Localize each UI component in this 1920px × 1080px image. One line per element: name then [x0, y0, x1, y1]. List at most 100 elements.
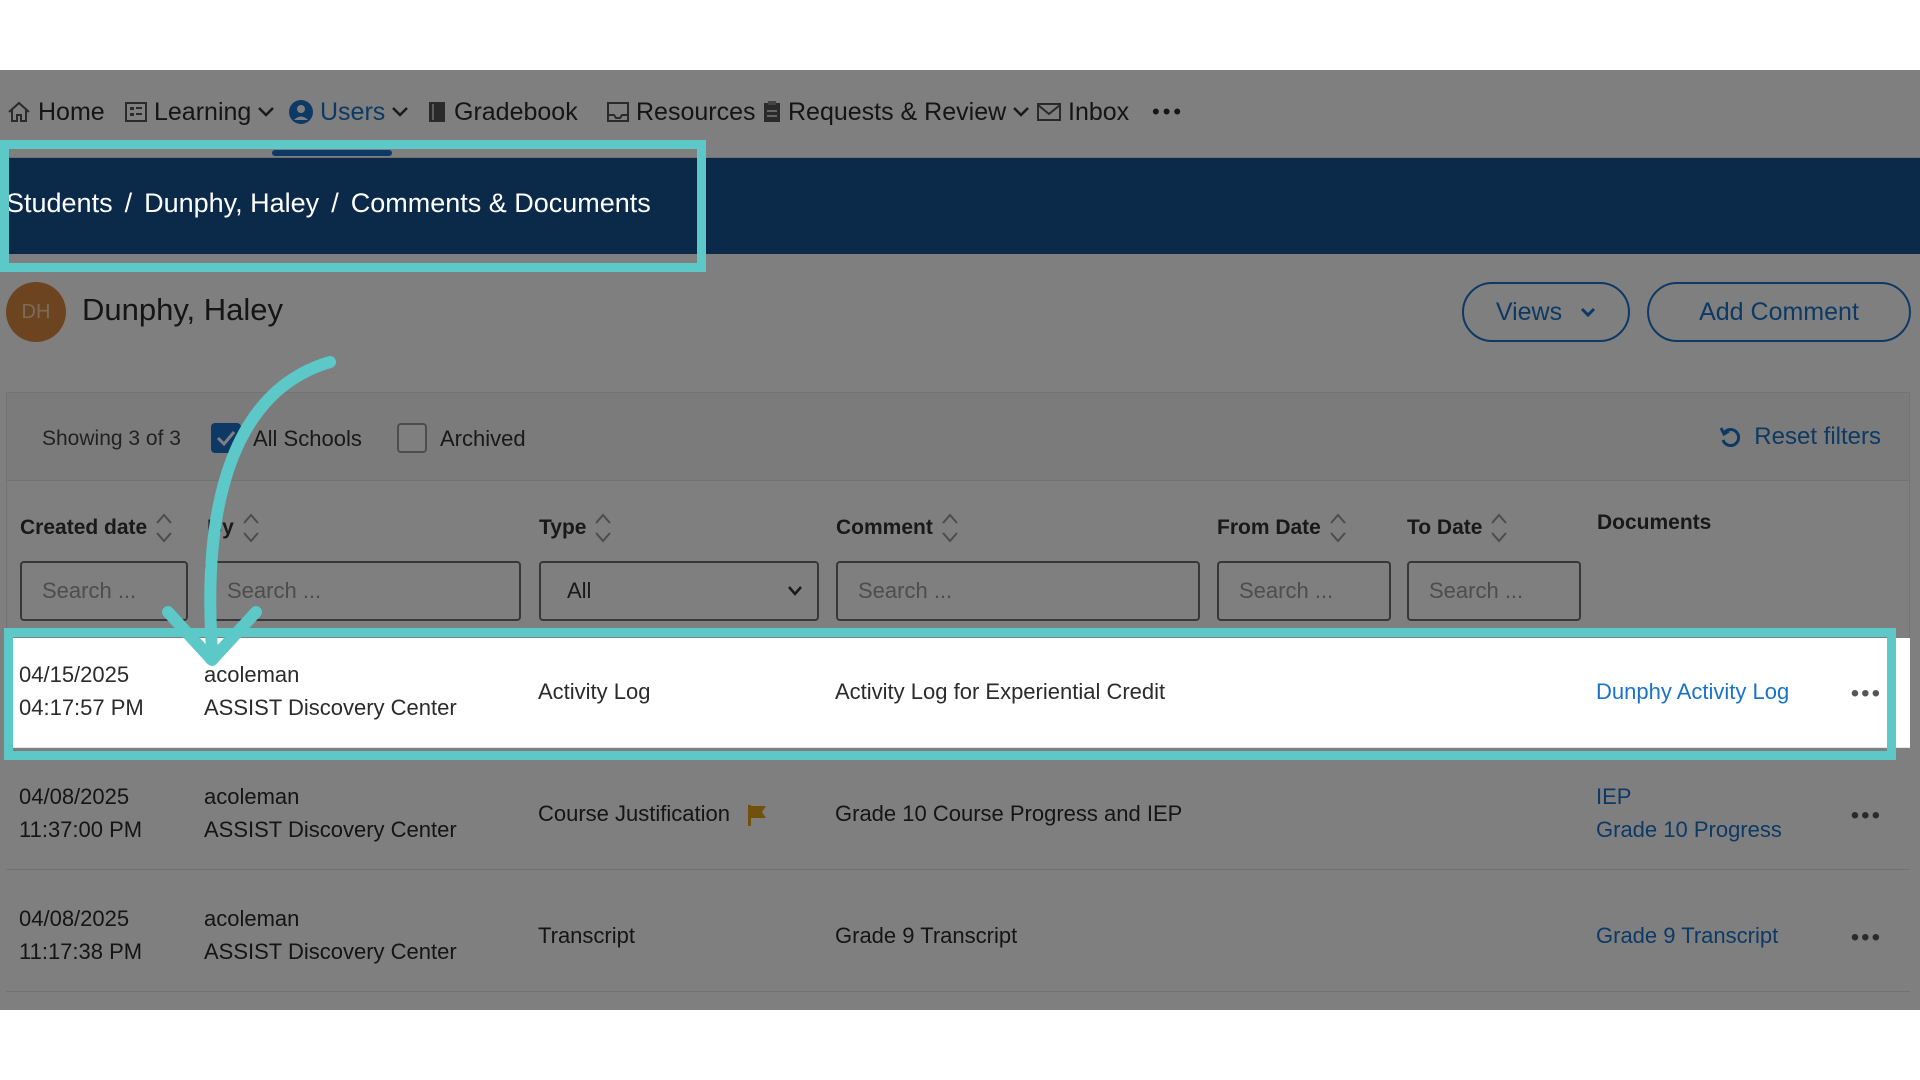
- nav-users-label: Users: [320, 97, 386, 126]
- sort-icon: [1330, 513, 1346, 543]
- nav-resources[interactable]: Resources: [606, 92, 756, 132]
- all-schools-checkbox[interactable]: [211, 423, 241, 453]
- row-school: ASSIST Discovery Center: [204, 939, 457, 964]
- showing-count: Showing 3 of 3: [42, 427, 181, 450]
- row-created-date: 04/08/2025 11:37:00 PM: [19, 780, 142, 846]
- book-icon: [429, 102, 445, 122]
- row-documents: IEP Grade 10 Progress: [1596, 780, 1782, 846]
- tray-icon: [607, 102, 629, 122]
- breadcrumb-current: Comments & Documents: [350, 188, 651, 218]
- sort-icon: [595, 513, 612, 543]
- column-label: Created date: [20, 516, 148, 539]
- chevron-down-icon: [392, 107, 409, 117]
- row-by: acoleman ASSIST Discovery Center: [204, 658, 457, 724]
- student-name: Dunphy, Haley: [82, 292, 284, 327]
- nav-resources-label: Resources: [636, 97, 756, 126]
- breadcrumb-separator: /: [124, 188, 133, 218]
- row-type: Activity Log: [538, 679, 651, 704]
- all-schools-label: All Schools: [253, 426, 362, 451]
- reset-filters-label: Reset filters: [1754, 423, 1881, 450]
- nav-more-button[interactable]: •••: [1152, 92, 1184, 132]
- breadcrumb: Students / Dunphy, Haley / Comments & Do…: [6, 188, 651, 219]
- document-link[interactable]: Dunphy Activity Log: [1596, 675, 1789, 708]
- nav-home[interactable]: Home: [6, 92, 105, 132]
- row-by: acoleman ASSIST Discovery Center: [204, 902, 457, 968]
- breadcrumb-student[interactable]: Dunphy, Haley: [144, 188, 319, 219]
- nav-requests-label: Requests & Review: [788, 97, 1007, 126]
- column-header-documents: Documents: [1597, 511, 1711, 535]
- comment-search-input[interactable]: Search ...: [836, 561, 1200, 621]
- table-row[interactable]: 04/15/2025 04:17:57 PM acoleman ASSIST D…: [6, 638, 1910, 748]
- avatar: DH: [6, 282, 66, 342]
- row-time: 04:17:57 PM: [19, 695, 144, 720]
- type-select-value: All: [567, 578, 592, 603]
- grid-icon: [125, 102, 147, 122]
- row-school: ASSIST Discovery Center: [204, 817, 457, 842]
- column-label: From Date: [1217, 516, 1321, 539]
- document-link[interactable]: Grade 9 Transcript: [1596, 919, 1778, 952]
- row-created-date: 04/15/2025 04:17:57 PM: [19, 658, 144, 724]
- type-select[interactable]: All: [539, 561, 819, 621]
- row-comment: Grade 10 Course Progress and IEP: [835, 801, 1183, 826]
- row-comment: Grade 9 Transcript: [835, 923, 1018, 948]
- column-label: To Date: [1407, 516, 1483, 539]
- flag-icon: [748, 805, 767, 827]
- more-icon: •••: [1152, 99, 1185, 124]
- refresh-icon: [1719, 427, 1741, 447]
- chevron-down-icon: [1013, 107, 1030, 117]
- row-user: acoleman: [204, 662, 300, 687]
- user-circle-icon: [289, 100, 313, 124]
- column-header-type[interactable]: Type: [539, 511, 612, 545]
- archived-checkbox[interactable]: [397, 423, 427, 453]
- column-header-to-date[interactable]: To Date: [1407, 511, 1508, 545]
- sort-icon: [156, 513, 172, 543]
- nav-gradebook[interactable]: Gradebook: [426, 92, 578, 132]
- row-date: 04/15/2025: [19, 662, 130, 687]
- home-icon: [8, 101, 30, 122]
- table-row[interactable]: 04/08/2025 11:17:38 PM acoleman ASSIST D…: [6, 882, 1910, 992]
- row-created-date: 04/08/2025 11:17:38 PM: [19, 902, 142, 968]
- chevron-down-icon: [788, 586, 802, 596]
- filter-bar: Showing 3 of 3 All Schools Archived Rese…: [7, 393, 1909, 481]
- nav-users[interactable]: Users: [288, 92, 415, 132]
- breadcrumb-bar: Students / Dunphy, Haley / Comments & Do…: [0, 158, 1920, 254]
- document-link[interactable]: IEP: [1596, 780, 1782, 813]
- created-date-search-input[interactable]: Search ...: [20, 561, 188, 621]
- chevron-down-icon: [258, 107, 275, 117]
- column-header-by[interactable]: By: [207, 511, 260, 545]
- row-date: 04/08/2025: [19, 906, 130, 931]
- row-by: acoleman ASSIST Discovery Center: [204, 780, 457, 846]
- column-header-comment[interactable]: Comment: [836, 511, 959, 545]
- top-nav: Home Learning Users Gradebook Resources …: [0, 70, 1920, 158]
- column-header-from-date[interactable]: From Date: [1217, 511, 1347, 545]
- views-button[interactable]: Views: [1462, 282, 1630, 342]
- row-user: acoleman: [204, 906, 300, 931]
- clipboard-icon: [764, 101, 780, 122]
- nav-inbox[interactable]: Inbox: [1036, 92, 1129, 132]
- reset-filters-button[interactable]: Reset filters: [1718, 423, 1881, 451]
- sort-icon: [942, 513, 958, 543]
- add-comment-button[interactable]: Add Comment: [1647, 282, 1911, 342]
- nav-learning[interactable]: Learning: [124, 92, 281, 132]
- by-search-input[interactable]: Search ...: [205, 561, 521, 621]
- mail-icon: [1037, 103, 1061, 121]
- column-header-created-date[interactable]: Created date: [20, 511, 173, 545]
- from-date-search-input[interactable]: Search ...: [1217, 561, 1391, 621]
- breadcrumb-students[interactable]: Students: [6, 188, 113, 219]
- views-button-label: Views: [1495, 297, 1563, 326]
- archived-label: Archived: [440, 426, 526, 451]
- nav-home-label: Home: [38, 97, 105, 126]
- column-label: Documents: [1597, 511, 1712, 534]
- document-link[interactable]: Grade 10 Progress: [1596, 813, 1782, 846]
- column-label: Comment: [836, 516, 933, 539]
- row-school: ASSIST Discovery Center: [204, 695, 457, 720]
- row-more-button[interactable]: •••: [1851, 802, 1882, 830]
- breadcrumb-separator: /: [331, 188, 339, 218]
- row-date: 04/08/2025: [19, 784, 130, 809]
- row-more-button[interactable]: •••: [1851, 680, 1882, 708]
- table-row[interactable]: 04/08/2025 11:37:00 PM acoleman ASSIST D…: [6, 760, 1910, 870]
- row-more-button[interactable]: •••: [1851, 924, 1882, 952]
- nav-requests-review[interactable]: Requests & Review: [762, 92, 1036, 132]
- row-type: Transcript: [538, 923, 635, 948]
- to-date-search-input[interactable]: Search ...: [1407, 561, 1581, 621]
